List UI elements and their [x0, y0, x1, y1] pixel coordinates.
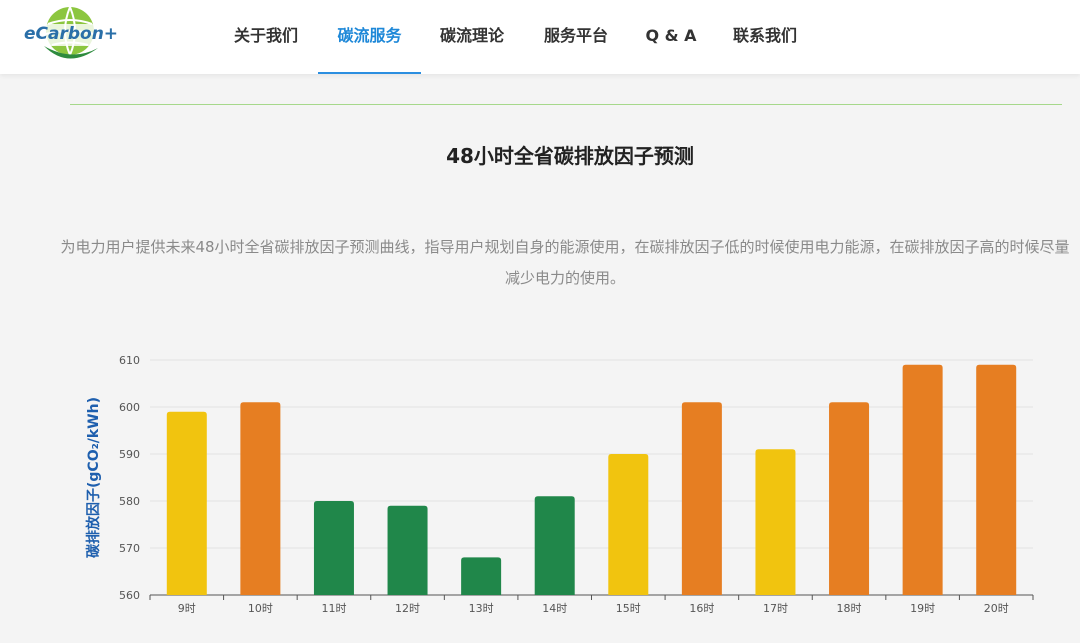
x-tick-label: 12时 — [395, 602, 420, 615]
site-header: eCarbon+ 关于我们 碳流服务 碳流理论 服务平台 Q & A 联系我们 — [0, 0, 1080, 74]
bar-9时 — [166, 411, 207, 595]
x-tick-label: 9时 — [178, 602, 196, 615]
bar-chart-svg: 560 570 580 590 600 610 碳排放因子(gCO₂/kWh) 9时 10时 11… — [85, 354, 1034, 615]
nav-carbon-flow-theory[interactable]: 碳流理论 — [438, 0, 506, 74]
nav-carbon-flow-service[interactable]: 碳流服务 — [318, 0, 421, 74]
bar-15时 — [608, 454, 649, 595]
x-tick-label: 17时 — [763, 602, 788, 615]
y-axis-title: 碳排放因子(gCO₂/kWh) — [85, 397, 102, 558]
section-divider — [70, 104, 1062, 105]
x-tick-label: 19时 — [910, 602, 935, 615]
bar-10时 — [240, 402, 281, 595]
bar-16时 — [681, 402, 722, 595]
x-tick-label: 13时 — [469, 602, 494, 615]
bar-11时 — [313, 501, 354, 595]
nav-qa[interactable]: Q & A — [644, 0, 698, 74]
y-tick-label: 560 — [119, 589, 140, 602]
x-tick-label: 11时 — [321, 602, 346, 615]
carbon-factor-chart: 560 570 580 590 600 610 碳排放因子(gCO₂/kWh) 9时 10时 11… — [70, 340, 1050, 630]
y-tick-label: 590 — [119, 448, 140, 461]
x-tick-label: 15时 — [616, 602, 641, 615]
bar-18时 — [829, 402, 870, 595]
y-tick-label: 580 — [119, 495, 140, 508]
x-tick-label: 20时 — [984, 602, 1009, 615]
x-tick-label: 16时 — [689, 602, 714, 615]
x-tick-label: 18时 — [837, 602, 862, 615]
page-title: 48小时全省碳排放因子预测 — [446, 144, 694, 168]
y-tick-label: 610 — [119, 354, 140, 367]
bar-20时 — [976, 364, 1017, 595]
y-tick-label: 600 — [119, 401, 140, 414]
y-tick-label: 570 — [119, 542, 140, 555]
x-tick-label: 14时 — [542, 602, 567, 615]
bar-14时 — [534, 496, 575, 595]
ecarbon-logo[interactable]: eCarbon+ — [22, 4, 122, 70]
bar-19时 — [902, 364, 943, 595]
logo-text: eCarbon+ — [24, 24, 119, 44]
bar-13时 — [461, 557, 502, 595]
bar-12时 — [387, 505, 428, 595]
nav-contact-us[interactable]: 联系我们 — [731, 0, 799, 74]
x-tick-label: 10时 — [248, 602, 273, 615]
page-description: 为电力用户提供未来48小时全省碳排放因子预测曲线，指导用户规划自身的能源使用，在… — [60, 238, 1070, 287]
bar-17时 — [755, 449, 796, 595]
nav-about-us[interactable]: 关于我们 — [232, 0, 300, 74]
nav-service-platform[interactable]: 服务平台 — [542, 0, 610, 74]
